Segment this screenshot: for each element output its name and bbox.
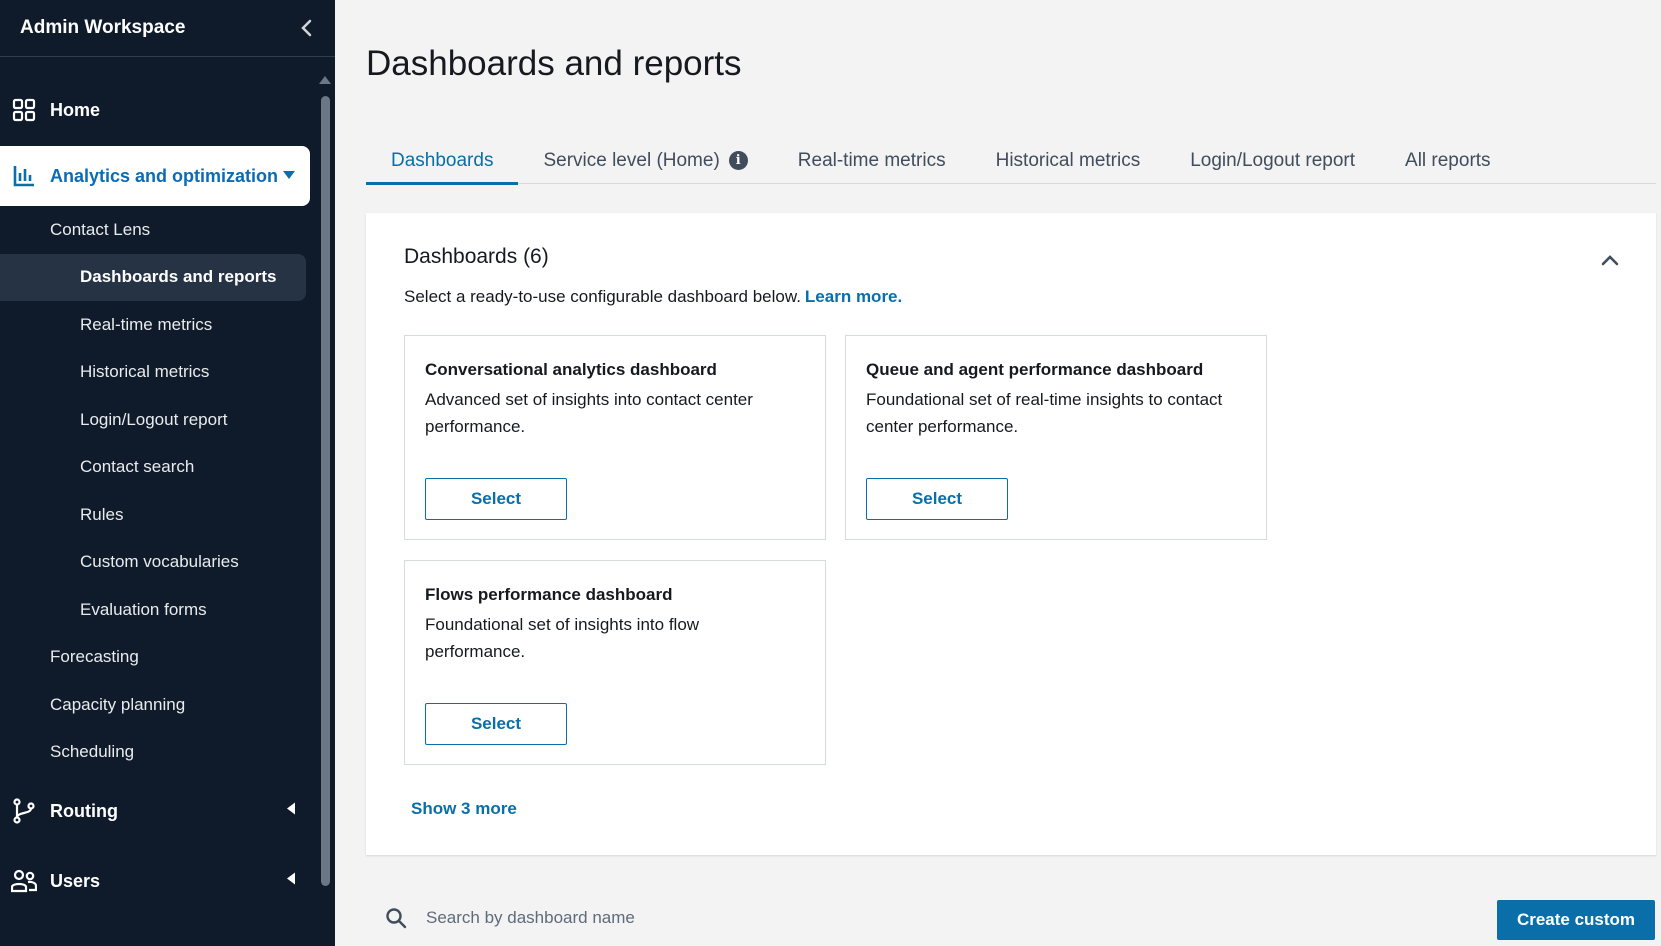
scroll-up-arrow[interactable] (319, 76, 331, 84)
tab-label: All reports (1405, 149, 1491, 171)
card-title: Conversational analytics dashboard (425, 360, 717, 379)
nav-label-home: Home (50, 99, 101, 120)
card-title: Flows performance dashboard (425, 585, 673, 604)
sidebar-item-contact-search[interactable]: Contact search (0, 444, 310, 492)
panel-title: Dashboards (6) (404, 245, 549, 268)
chevron-left-icon[interactable] (297, 19, 315, 37)
page-title: Dashboards and reports (366, 44, 742, 83)
dashboards-panel: Dashboards (6) Select a ready-to-use con… (366, 213, 1656, 855)
nav-item-home[interactable]: Home (0, 80, 310, 140)
sidebar-item-realtime-metrics[interactable]: Real-time metrics (0, 301, 310, 349)
nav-item-users[interactable]: Users (0, 846, 310, 916)
select-button[interactable]: Select (425, 478, 567, 520)
sidebar-item-forecasting[interactable]: Forecasting (0, 634, 310, 682)
nav-label-routing: Routing (50, 800, 118, 821)
show-more-link[interactable]: Show 3 more (411, 799, 517, 819)
tab-label: Login/Logout report (1190, 149, 1356, 171)
tab-label: Historical metrics (995, 149, 1141, 171)
tab-dashboards[interactable]: Dashboards (366, 137, 519, 185)
sidebar-item-login-logout[interactable]: Login/Logout report (0, 396, 310, 444)
learn-more-link[interactable]: Learn more. (805, 287, 902, 306)
tab-label: Real-time metrics (797, 149, 946, 171)
card-description: Advanced set of insights into contact ce… (425, 390, 753, 436)
sidebar-nav: Home Analytics and optimization Contact … (0, 80, 310, 916)
tab-login-logout-report[interactable]: Login/Logout report (1165, 137, 1380, 184)
caret-left-icon (286, 872, 296, 891)
search-icon (384, 906, 408, 930)
dashboard-card: Flows performance dashboard Foundational… (404, 560, 826, 765)
tab-realtime-metrics[interactable]: Real-time metrics (773, 137, 971, 184)
tab-label: Service level (Home) (543, 149, 720, 171)
search-input[interactable] (426, 907, 926, 928)
panel-description-text: Select a ready-to-use configurable dashb… (404, 287, 801, 306)
sidebar-item-evaluation-forms[interactable]: Evaluation forms (0, 586, 310, 634)
workspace-title: Admin Workspace (20, 17, 186, 38)
create-custom-button[interactable]: Create custom (1497, 900, 1655, 940)
main-content: Dashboards and reports Dashboards Servic… (335, 0, 1661, 946)
routing-icon (10, 797, 38, 825)
panel-description: Select a ready-to-use configurable dashb… (404, 287, 902, 307)
tab-historical-metrics[interactable]: Historical metrics (971, 137, 1166, 184)
select-button[interactable]: Select (425, 703, 567, 745)
sidebar-item-contact-lens[interactable]: Contact Lens (0, 206, 310, 254)
sidebar-item-capacity-planning[interactable]: Capacity planning (0, 681, 310, 729)
info-icon[interactable]: i (728, 151, 748, 170)
card-description: Foundational set of insights into flow p… (425, 615, 700, 661)
chevron-up-icon[interactable] (1600, 253, 1620, 267)
tab-all-reports[interactable]: All reports (1380, 137, 1516, 184)
dashboard-card: Queue and agent performance dashboard Fo… (845, 335, 1267, 540)
card-description: Foundational set of real-time insights t… (866, 390, 1223, 436)
bar-chart-icon (10, 162, 38, 190)
select-button[interactable]: Select (866, 478, 1008, 520)
caret-down-icon (282, 167, 296, 185)
dashboard-card: Conversational analytics dashboard Advan… (404, 335, 826, 540)
nav-item-routing[interactable]: Routing (0, 776, 310, 846)
card-title: Queue and agent performance dashboard (866, 360, 1204, 379)
sidebar-item-dashboards-reports[interactable]: Dashboards and reports (0, 253, 306, 301)
caret-left-icon (286, 802, 296, 821)
sidebar-item-custom-vocabularies[interactable]: Custom vocabularies (0, 539, 310, 587)
search-bar (366, 895, 1066, 940)
sidebar-header: Admin Workspace (0, 0, 335, 57)
nav-label-analytics: Analytics and optimization (50, 165, 279, 186)
grid-icon (10, 96, 38, 124)
nav-item-analytics[interactable]: Analytics and optimization (0, 146, 310, 206)
sidebar-item-historical-metrics[interactable]: Historical metrics (0, 349, 310, 397)
sidebar-scrollbar[interactable] (321, 96, 330, 886)
tab-service-level[interactable]: Service level (Home) i (518, 137, 772, 184)
sidebar: Admin Workspace Home Analytics and optim… (0, 0, 335, 946)
sidebar-item-rules[interactable]: Rules (0, 491, 310, 539)
nav-label-users: Users (50, 870, 101, 891)
tab-bar: Dashboards Service level (Home) i Real-t… (366, 137, 1656, 185)
tab-label: Dashboards (391, 149, 494, 171)
sidebar-item-scheduling[interactable]: Scheduling (0, 729, 310, 777)
users-icon (10, 867, 38, 895)
